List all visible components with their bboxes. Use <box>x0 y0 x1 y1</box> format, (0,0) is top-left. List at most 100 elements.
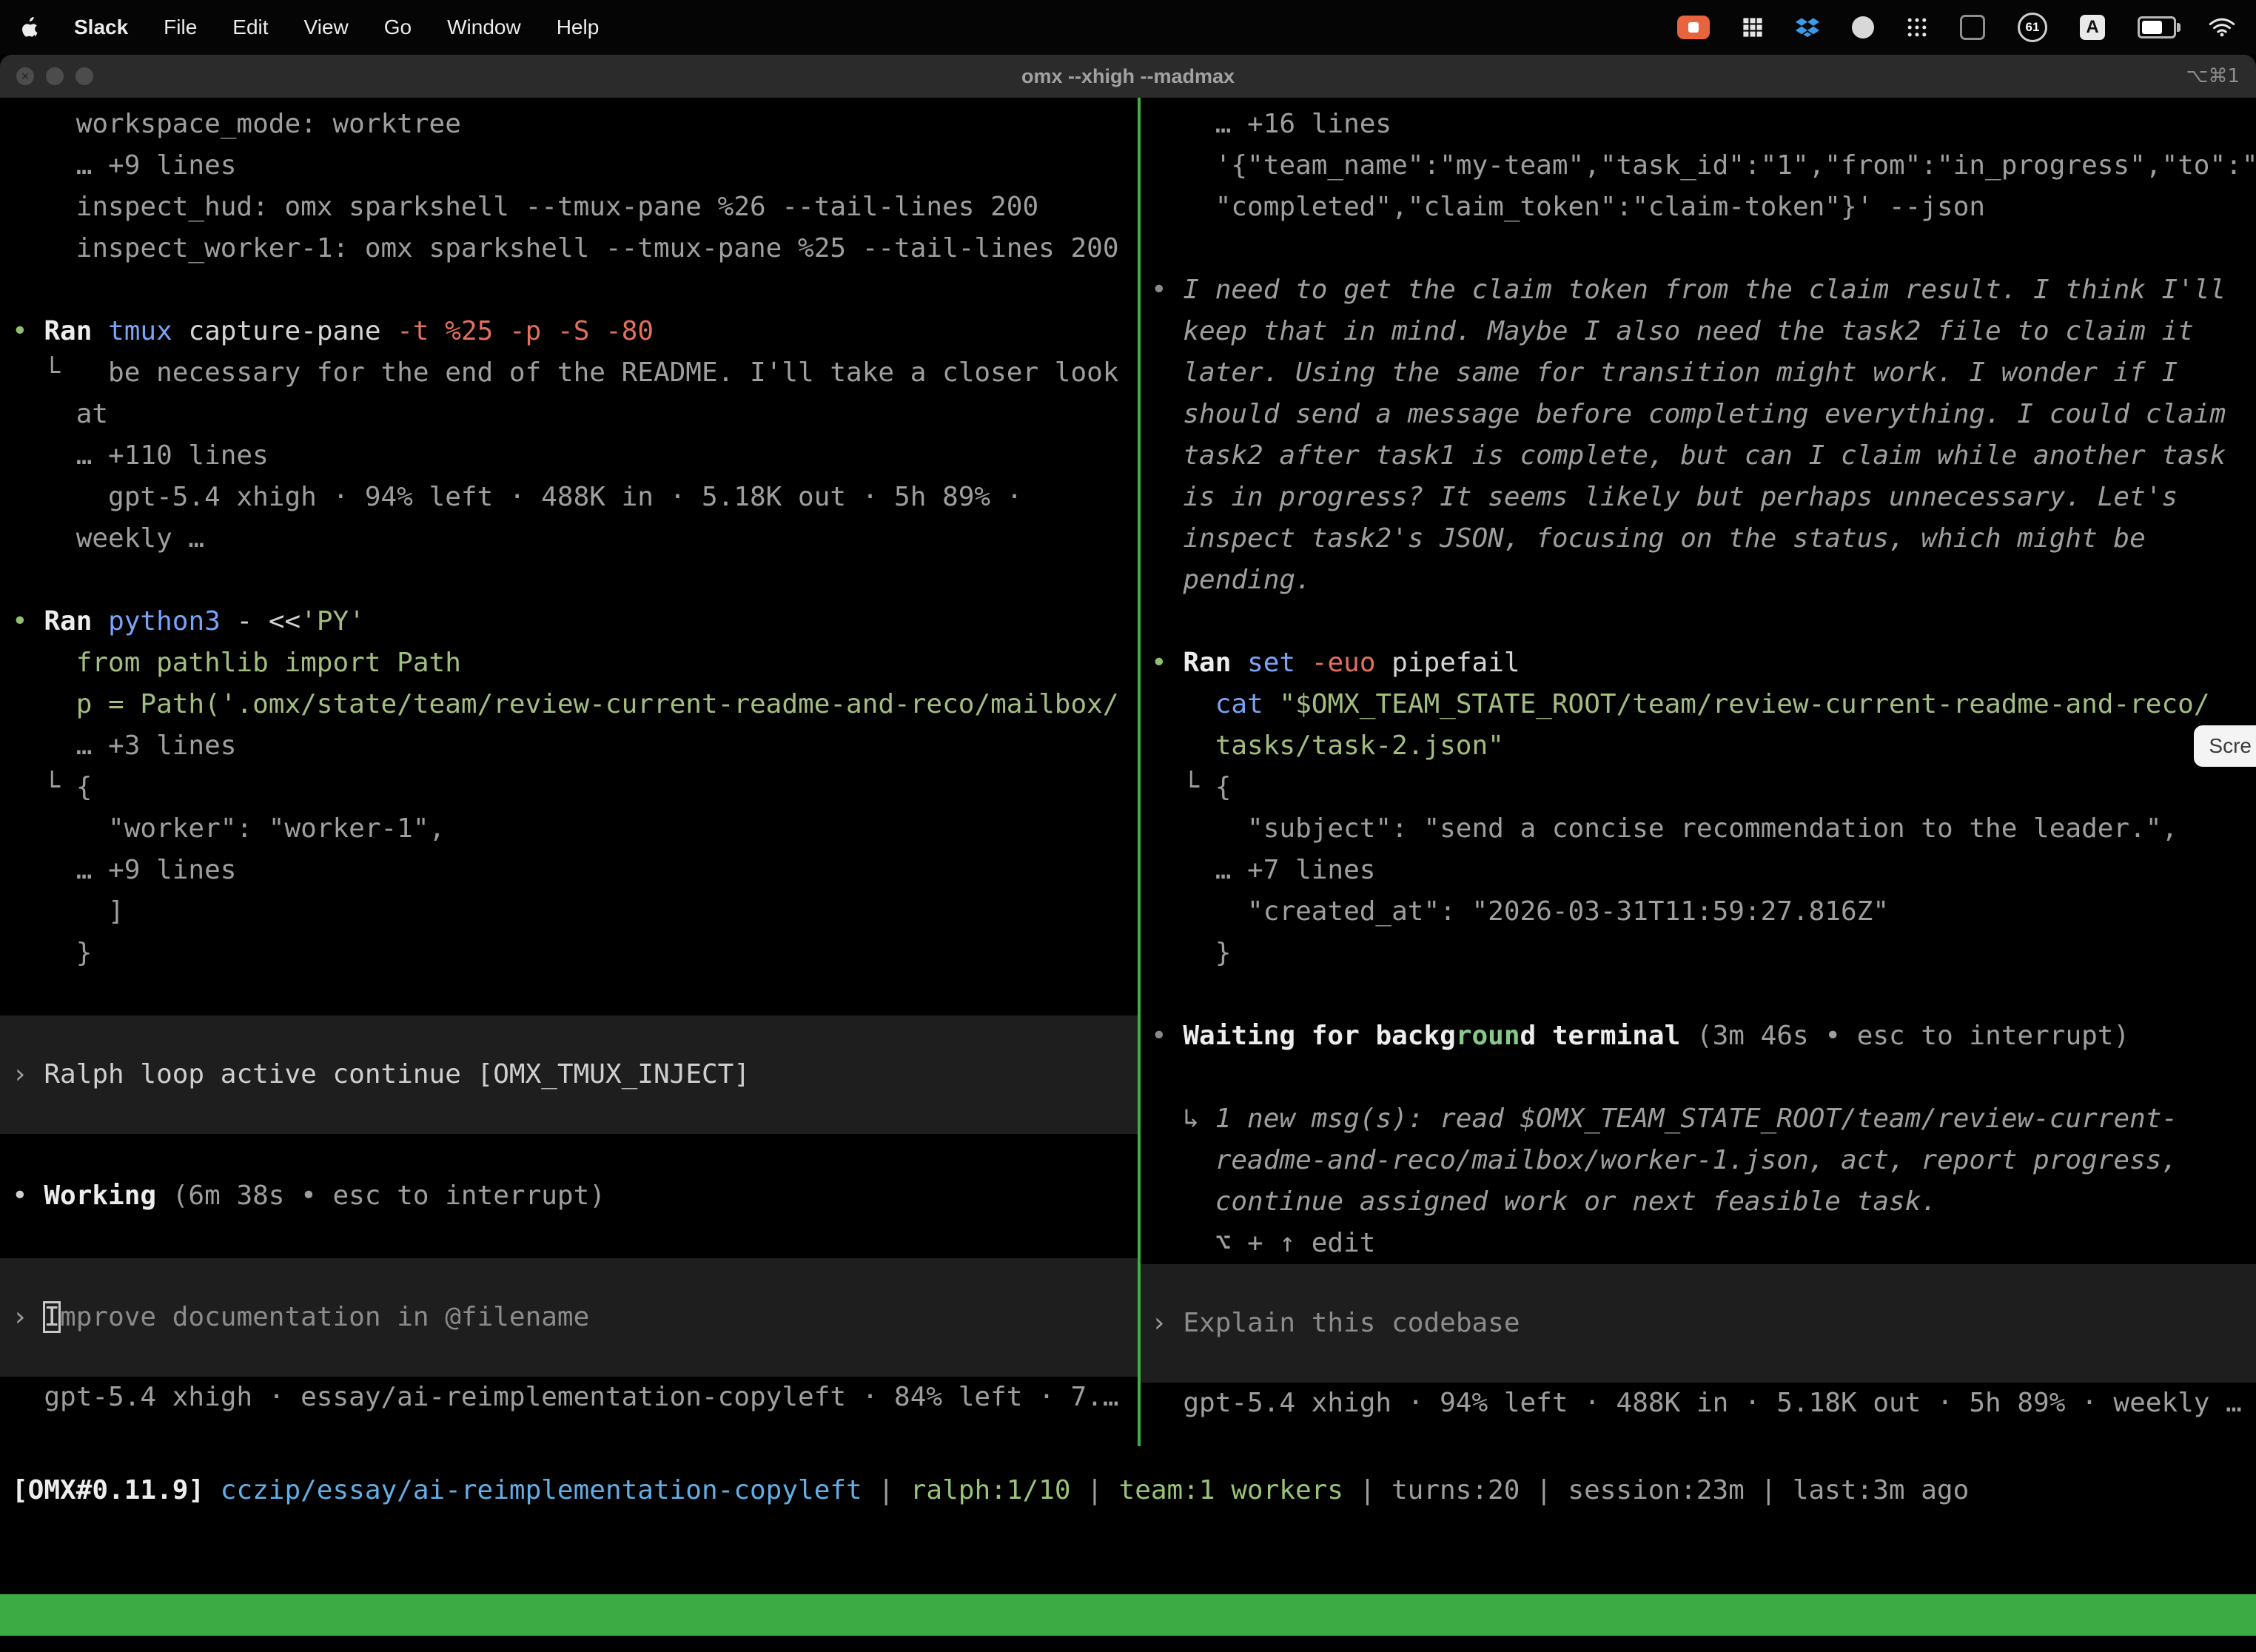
text-segment: d terminal <box>1520 1021 1681 1051</box>
input-source-icon[interactable]: A <box>2080 15 2105 40</box>
text-segment: 1 new msg(s): read $OMX_TEAM_STATE_ROOT/… <box>1215 1104 2178 1134</box>
text-segment: mprove documentation in @filename <box>60 1302 589 1332</box>
screen-recording-indicator[interactable] <box>1677 16 1710 39</box>
text-segment: • <box>12 1181 44 1211</box>
text-segment: -p <box>509 316 541 346</box>
text-segment: └ { <box>12 772 92 802</box>
text-segment: (3m 46s • esc to interrupt) <box>1680 1021 2129 1051</box>
menu-item-go[interactable]: Go <box>384 16 412 39</box>
terminal-line: "completed","claim_token":"claim-token"}… <box>1141 187 2256 228</box>
terminal-line: ⌥ + ↑ edit <box>1141 1223 2256 1264</box>
terminal-line: ↳ 1 new msg(s): read $OMX_TEAM_STATE_ROO… <box>1141 1098 2256 1140</box>
grid-icon[interactable] <box>1742 17 1763 38</box>
text-segment: | turns:20 | session:23m | last:3m ago <box>1343 1475 1969 1505</box>
text-segment: … +110 lines <box>12 440 269 471</box>
text-segment: pending. <box>1151 565 1312 595</box>
text-segment: | <box>862 1475 910 1505</box>
menu-item-file[interactable]: File <box>164 16 197 39</box>
text-segment: Ran <box>44 606 92 637</box>
text-segment <box>1295 648 1312 678</box>
text-segment: … +16 lines <box>1151 109 1391 139</box>
menubar-extra-icon[interactable] <box>1960 15 1985 40</box>
window-shortcut-badge: ⌥⌘1 <box>2186 65 2240 87</box>
menubar: Slack File Edit View Go Window Help 61 A <box>0 0 2256 55</box>
text-segment <box>92 316 108 346</box>
battery-percentage-icon[interactable]: 61 <box>2018 13 2047 42</box>
text-segment: -euo <box>1312 648 1376 678</box>
text-segment: Explain this codebase <box>1183 1308 1520 1338</box>
blank-line <box>1141 601 2256 642</box>
dropbox-icon[interactable] <box>1796 17 1819 38</box>
menu-item-slack[interactable]: Slack <box>74 16 128 39</box>
text-segment: Ran <box>1183 648 1231 678</box>
text-segment: readme-and-reco/mailbox/worker-1.json, a… <box>1151 1145 2178 1175</box>
apple-logo[interactable] <box>21 17 38 38</box>
text-segment: python3 <box>108 606 221 637</box>
terminal-line: is in progress? It seems likely but perh… <box>1141 477 2256 518</box>
text-segment: set <box>1247 648 1295 678</box>
terminal-line: should send a message before completing … <box>1141 394 2256 435</box>
terminal-line: later. Using the same for transition mig… <box>1141 352 2256 394</box>
text-segment: tasks/task-2.json" <box>1151 731 1504 761</box>
wifi-icon[interactable] <box>2209 17 2235 38</box>
terminal-line: continue assigned work or next feasible … <box>1141 1181 2256 1223</box>
terminal-line: … +9 lines <box>0 145 1138 187</box>
terminal-line: gpt-5.4 xhigh · 94% left · 488K in · 5.1… <box>0 477 1138 518</box>
ralph-loop-banner: › Ralph loop active continue [OMX_TMUX_I… <box>0 1015 1138 1134</box>
text-segment: cczip/essay/ai-reimplementation-copyleft <box>221 1475 862 1505</box>
text-segment: … +3 lines <box>12 731 236 761</box>
text-segment <box>1263 689 1280 719</box>
terminal-line: • Ran set -euo pipefail <box>1141 642 2256 684</box>
blank-line <box>1141 974 2256 1015</box>
window-title: omx --xhigh --madmax <box>0 65 2256 88</box>
text-segment: Waiting for backg <box>1183 1021 1455 1051</box>
text-segment: - << <box>221 606 301 637</box>
blank-line <box>0 560 1138 601</box>
text-segment: gpt-5.4 xhigh · essay/ai-reimplementatio… <box>12 1382 1119 1412</box>
input-source-label: A <box>2086 17 2098 38</box>
window-titlebar[interactable]: × omx --xhigh --madmax ⌥⌘1 <box>0 55 2256 98</box>
terminal-line: "created_at": "2026-03-31T11:59:27.816Z" <box>1141 891 2256 933</box>
terminal-line: • Working (6m 38s • esc to interrupt) <box>0 1175 1138 1217</box>
text-segment: %25 <box>445 316 493 346</box>
text-segment: keep that in mind. Maybe I also need the… <box>1151 316 2194 346</box>
composer-suggestion[interactable]: › Explain this codebase <box>1141 1264 2256 1383</box>
zoom-button[interactable] <box>75 67 93 85</box>
menu-item-help[interactable]: Help <box>557 16 600 39</box>
left-terminal-pane[interactable]: workspace_mode: worktree … +9 lines insp… <box>0 98 1138 1446</box>
dots-grid-icon[interactable] <box>1907 17 1927 38</box>
text-segment: • <box>12 606 44 637</box>
blank-line <box>0 974 1138 1015</box>
text-segment: weekly … <box>12 523 204 554</box>
close-button[interactable]: × <box>16 67 34 85</box>
text-segment: 'PY' <box>301 606 365 637</box>
terminal-line: tasks/task-2.json" <box>1141 725 2256 767</box>
terminal-line: ] <box>0 891 1138 933</box>
right-terminal-pane[interactable]: … +16 lines '{"team_name":"my-team","tas… <box>1141 98 2256 1446</box>
text-segment: -80 <box>605 316 654 346</box>
screen-overlay-button[interactable]: Scre <box>2194 725 2256 767</box>
text-segment: [OMX#0.11.9] <box>12 1475 221 1505</box>
text-segment: … +9 lines <box>12 855 236 885</box>
terminal-line: • Ran tmux capture-pane -t %25 -p -S -80 <box>0 311 1138 352</box>
menu-item-view[interactable]: View <box>304 16 349 39</box>
traffic-lights: × <box>16 67 93 85</box>
menubar-status-icons: 61 A <box>1677 13 2235 42</box>
terminal-line: "subject": "send a concise recommendatio… <box>1141 808 2256 850</box>
text-segment: team:1 workers <box>1119 1475 1343 1505</box>
terminal-line: … +9 lines <box>0 850 1138 891</box>
minimize-button[interactable] <box>46 67 64 85</box>
terminal-line: inspect task2's JSON, focusing on the st… <box>1141 518 2256 560</box>
terminal-line: readme-and-reco/mailbox/worker-1.json, a… <box>1141 1140 2256 1181</box>
composer-input[interactable]: › Improve documentation in @filename <box>0 1258 1138 1377</box>
text-segment: inspect_hud: omx sparkshell --tmux-pane … <box>12 192 1038 222</box>
text-segment: I need to get the claim token from the c… <box>1183 275 2226 305</box>
menu-item-edit[interactable]: Edit <box>232 16 268 39</box>
text-segment: capture-pane <box>172 316 397 346</box>
battery-icon[interactable] <box>2138 16 2176 38</box>
text-segment: └ be necessary for the end of the README… <box>12 357 1119 388</box>
terminal-line: p = Path('.omx/state/team/review-current… <box>0 684 1138 725</box>
text-segment: Ran <box>44 316 92 346</box>
github-icon[interactable] <box>1852 16 1874 38</box>
menu-item-window[interactable]: Window <box>447 16 521 39</box>
